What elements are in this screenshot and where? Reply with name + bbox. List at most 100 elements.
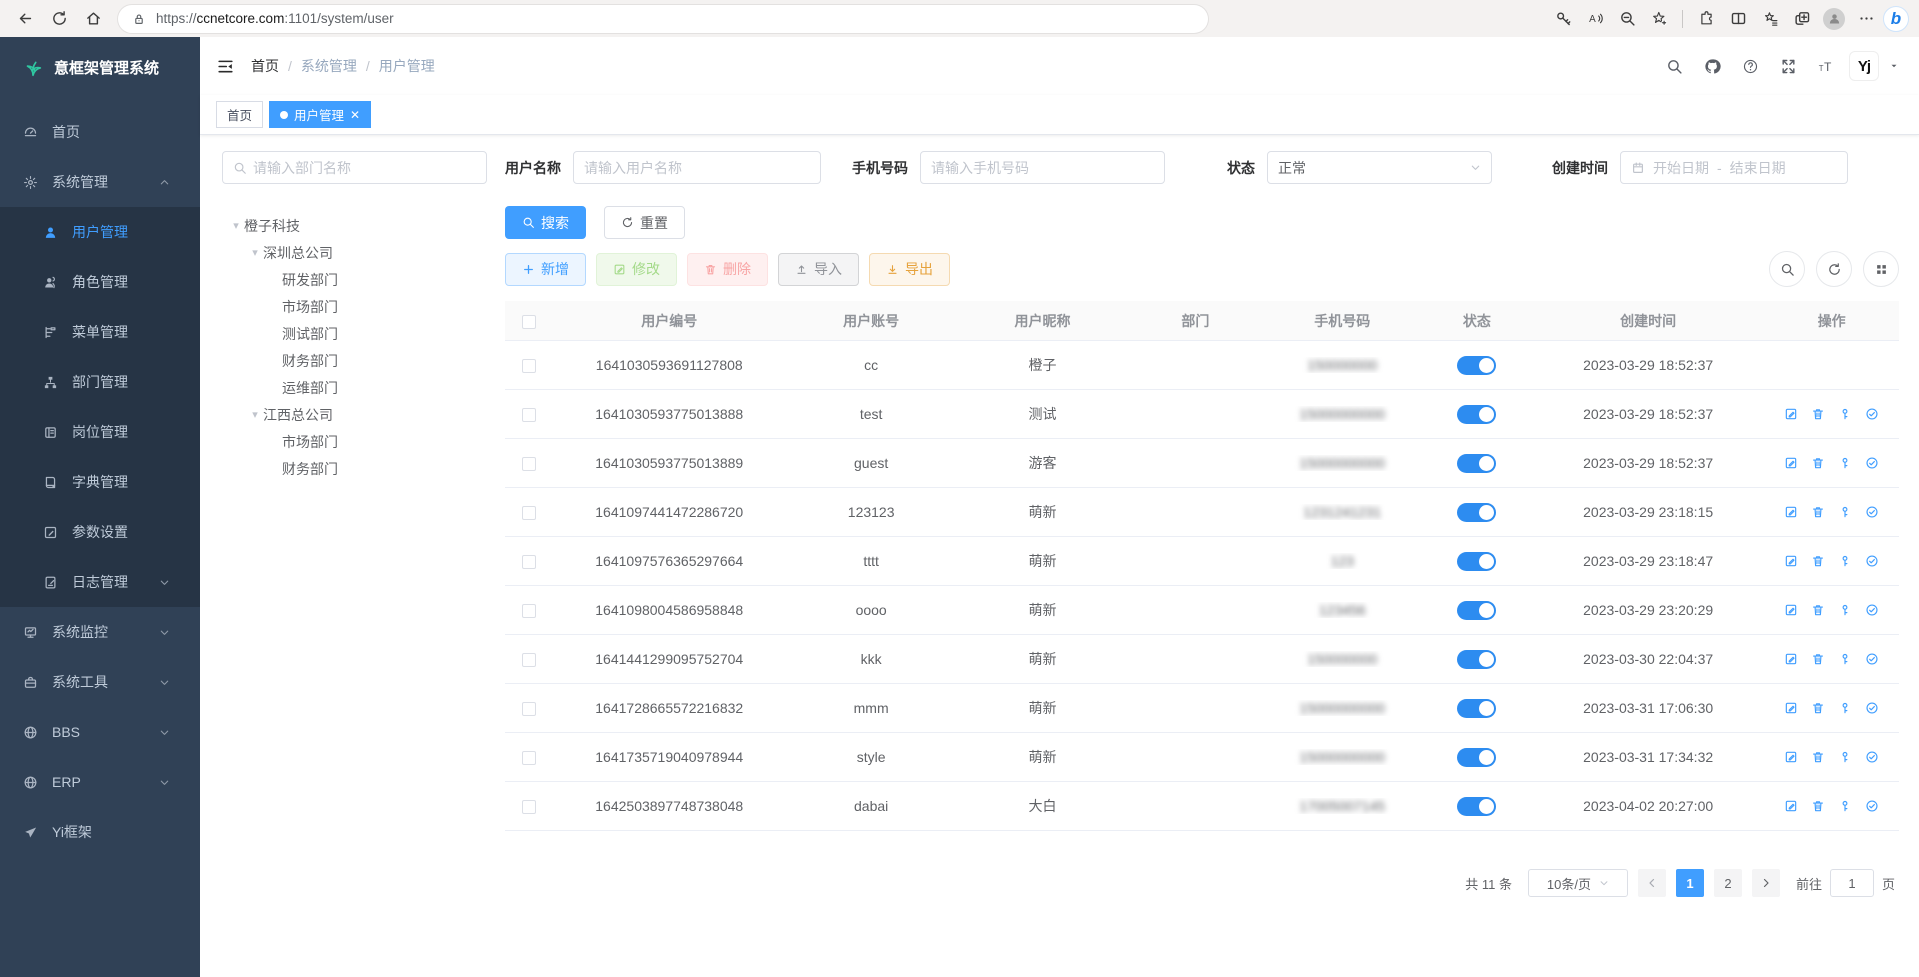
split-screen-button[interactable]: [1723, 4, 1753, 34]
status-toggle[interactable]: [1457, 454, 1496, 473]
username-input[interactable]: 请输入用户名称: [573, 151, 821, 184]
back-button[interactable]: [10, 4, 40, 34]
collapse-sidebar-icon[interactable]: [216, 57, 235, 76]
edit-icon[interactable]: [1784, 750, 1798, 764]
read-aloud-button[interactable]: A: [1580, 4, 1610, 34]
sidebar-item-首页[interactable]: 首页: [0, 107, 200, 157]
reload-button[interactable]: [44, 4, 74, 34]
status-toggle[interactable]: [1457, 650, 1496, 669]
row-checkbox[interactable]: [522, 408, 536, 422]
op-check-icon[interactable]: [1865, 652, 1879, 666]
op-check-icon[interactable]: [1865, 750, 1879, 764]
op-check-icon[interactable]: [1865, 456, 1879, 470]
op-check-icon[interactable]: [1865, 505, 1879, 519]
trash-icon[interactable]: [1811, 505, 1825, 519]
fullscreen-button[interactable]: [1773, 51, 1803, 81]
show-search-button[interactable]: [1769, 251, 1805, 287]
delete-button[interactable]: 删除: [687, 253, 768, 286]
sidebar-item-系统监控[interactable]: 系统监控: [0, 607, 200, 657]
row-checkbox[interactable]: [522, 702, 536, 716]
op-key-icon[interactable]: [1838, 750, 1852, 764]
tab-用户管理[interactable]: 用户管理✕: [269, 101, 371, 128]
search-button[interactable]: 搜索: [505, 206, 586, 239]
tree-node-市场部门[interactable]: 市场部门: [222, 293, 487, 320]
op-key-icon[interactable]: [1838, 701, 1852, 715]
sidebar-item-字典管理[interactable]: 字典管理: [0, 457, 200, 507]
row-checkbox[interactable]: [522, 506, 536, 520]
edit-icon[interactable]: [1784, 554, 1798, 568]
row-checkbox[interactable]: [522, 555, 536, 569]
add-button[interactable]: 新增: [505, 253, 586, 286]
status-toggle[interactable]: [1457, 503, 1496, 522]
sidebar-item-用户管理[interactable]: 用户管理: [0, 207, 200, 257]
trash-icon[interactable]: [1811, 652, 1825, 666]
op-key-icon[interactable]: [1838, 456, 1852, 470]
edit-icon[interactable]: [1784, 407, 1798, 421]
op-key-icon[interactable]: [1838, 505, 1852, 519]
sidebar-item-参数设置[interactable]: 参数设置: [0, 507, 200, 557]
tree-expand-caret[interactable]: ▾: [247, 246, 263, 259]
tree-node-深圳总公司[interactable]: ▾深圳总公司: [222, 239, 487, 266]
font-size-button[interactable]: TT: [1811, 51, 1841, 81]
zoom-out-button[interactable]: [1612, 4, 1642, 34]
status-select[interactable]: 正常: [1267, 151, 1492, 184]
edit-icon[interactable]: [1784, 603, 1798, 617]
sidebar-item-日志管理[interactable]: 日志管理: [0, 557, 200, 607]
tree-node-橙子科技[interactable]: ▾橙子科技: [222, 212, 487, 239]
tree-node-财务部门[interactable]: 财务部门: [222, 455, 487, 482]
status-toggle[interactable]: [1457, 699, 1496, 718]
page-size-select[interactable]: 10条/页: [1528, 869, 1628, 897]
export-button[interactable]: 导出: [869, 253, 950, 286]
bing-chat-button[interactable]: b: [1883, 6, 1909, 32]
breadcrumb-item[interactable]: 首页: [251, 56, 279, 76]
row-checkbox[interactable]: [522, 359, 536, 373]
edit-icon[interactable]: [1784, 456, 1798, 470]
status-toggle[interactable]: [1457, 748, 1496, 767]
trash-icon[interactable]: [1811, 407, 1825, 421]
favorite-add-button[interactable]: [1644, 4, 1674, 34]
trash-icon[interactable]: [1811, 799, 1825, 813]
tab-首页[interactable]: 首页: [216, 101, 263, 128]
address-bar[interactable]: https://ccnetcore.com:1101/system/user: [118, 5, 1208, 33]
goto-page-input[interactable]: 1: [1830, 869, 1874, 897]
edit-button[interactable]: 修改: [596, 253, 677, 286]
github-button[interactable]: [1697, 51, 1727, 81]
close-icon[interactable]: ✕: [350, 108, 360, 122]
sidebar-item-ERP[interactable]: ERP: [0, 757, 200, 807]
tree-node-测试部门[interactable]: 测试部门: [222, 320, 487, 347]
column-settings-button[interactable]: [1863, 251, 1899, 287]
row-checkbox[interactable]: [522, 604, 536, 618]
sidebar-item-系统工具[interactable]: 系统工具: [0, 657, 200, 707]
tree-expand-caret[interactable]: ▾: [247, 408, 263, 421]
op-check-icon[interactable]: [1865, 701, 1879, 715]
status-toggle[interactable]: [1457, 601, 1496, 620]
row-checkbox[interactable]: [522, 653, 536, 667]
op-key-icon[interactable]: [1838, 603, 1852, 617]
status-toggle[interactable]: [1457, 797, 1496, 816]
refresh-table-button[interactable]: [1816, 251, 1852, 287]
row-checkbox[interactable]: [522, 800, 536, 814]
op-check-icon[interactable]: [1865, 554, 1879, 568]
sidebar-item-部门管理[interactable]: 部门管理: [0, 357, 200, 407]
op-check-icon[interactable]: [1865, 603, 1879, 617]
sidebar-item-系统管理[interactable]: 系统管理: [0, 157, 200, 207]
status-toggle[interactable]: [1457, 552, 1496, 571]
tree-node-运维部门[interactable]: 运维部门: [222, 374, 487, 401]
trash-icon[interactable]: [1811, 750, 1825, 764]
page-button-2[interactable]: 2: [1714, 869, 1742, 897]
sidebar-item-岗位管理[interactable]: 岗位管理: [0, 407, 200, 457]
reset-button[interactable]: 重置: [604, 206, 685, 239]
status-toggle[interactable]: [1457, 356, 1496, 375]
collections-button[interactable]: [1755, 4, 1785, 34]
date-range-picker[interactable]: 开始日期 - 结束日期: [1620, 151, 1848, 184]
caret-down-icon[interactable]: [1889, 61, 1899, 71]
status-toggle[interactable]: [1457, 405, 1496, 424]
edit-icon[interactable]: [1784, 505, 1798, 519]
op-key-icon[interactable]: [1838, 407, 1852, 421]
trash-icon[interactable]: [1811, 554, 1825, 568]
profile-button[interactable]: [1819, 4, 1849, 34]
edit-icon[interactable]: [1784, 701, 1798, 715]
sidebar-item-菜单管理[interactable]: 菜单管理: [0, 307, 200, 357]
tree-node-市场部门[interactable]: 市场部门: [222, 428, 487, 455]
op-key-icon[interactable]: [1838, 652, 1852, 666]
